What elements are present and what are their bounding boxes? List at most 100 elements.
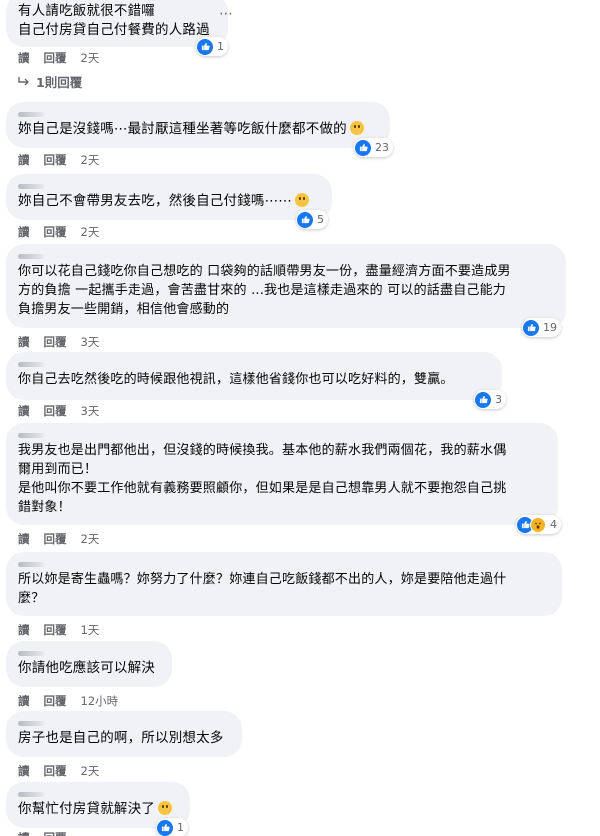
reaction-count: 5	[317, 213, 324, 226]
comment-actions: 讀 回覆 2天	[18, 531, 99, 547]
comment: 有人請吃飯就很不錯囉 自己付房貸自己付餐費的人路過 1	[6, 0, 228, 56]
timestamp[interactable]: 2天	[81, 50, 100, 66]
comment-bubble: 你請他吃應該可以解決	[6, 641, 172, 687]
comment-bubble: 所以妳是寄生蟲嗎？妳努力了什麼？妳連自己吃飯錢都不出的人，妳是要陪他走過什 麼？	[6, 552, 562, 616]
read-button[interactable]: 讀	[18, 622, 30, 638]
reaction-summary[interactable]: 1	[156, 818, 188, 836]
reply-arrow-icon	[18, 76, 29, 85]
timestamp[interactable]: 2天	[81, 224, 100, 240]
reply-button[interactable]: 回覆	[44, 50, 67, 66]
comment-text: 有人請吃飯就很不錯囉 自己付房貸自己付餐費的人路過	[18, 3, 210, 38]
reaction-count: 1	[177, 821, 184, 834]
reaction-summary[interactable]: 4	[516, 515, 561, 534]
reaction-summary[interactable]: 1	[196, 37, 228, 56]
read-button[interactable]: 讀	[18, 763, 30, 779]
reaction-count: 23	[375, 141, 389, 154]
comment: 你可以花自己錢吃你自己想吃的 口袋夠的話順帶男友一份，盡量經濟方面不要造成男 方…	[6, 244, 566, 337]
reply-button[interactable]: 回覆	[44, 403, 67, 419]
comment-bubble: 房子也是自己的啊，所以別想太多	[6, 711, 242, 757]
comment: 妳自己不會帶男友去吃，然後自己付錢嗎⋯⋯ 5	[6, 174, 332, 229]
read-button[interactable]: 讀	[18, 693, 30, 709]
timestamp[interactable]: 3天	[81, 334, 100, 350]
author-name[interactable]	[18, 108, 378, 120]
comment: 所以妳是寄生蟲嗎？妳努力了什麼？妳連自己吃飯錢都不出的人，妳是要陪他走過什 麼？	[6, 552, 562, 616]
comment-text: 你請他吃應該可以解決	[18, 660, 155, 676]
wow-icon	[530, 516, 546, 533]
comment: 房子也是自己的啊，所以別想太多	[6, 711, 242, 757]
comment-actions: 讀 回覆 3天	[18, 334, 99, 350]
read-button[interactable]: 讀	[18, 531, 30, 547]
like-icon	[157, 819, 173, 836]
like-icon	[355, 139, 371, 156]
comment-actions: 讀 回覆	[18, 830, 67, 836]
reaction-count: 3	[495, 393, 502, 406]
author-name[interactable]	[18, 558, 550, 570]
reply-button[interactable]: 回覆	[44, 830, 67, 836]
like-icon	[523, 319, 539, 336]
timestamp[interactable]: 2天	[81, 531, 100, 547]
comment-bubble: 妳自己是沒錢嗎⋯最討厭這種坐著等吃飯什麼都不做的 23	[6, 102, 393, 157]
reply-button[interactable]: 回覆	[44, 693, 67, 709]
author-name[interactable]	[18, 788, 178, 800]
comment-bubble: 妳自己不會帶男友去吃，然後自己付錢嗎⋯⋯ 5	[6, 174, 332, 229]
comment-actions: 讀 回覆 2天	[18, 224, 99, 240]
author-name[interactable]	[18, 358, 490, 370]
comment-actions: 讀 回覆 2天	[18, 763, 99, 779]
comment-bubble: 你自己去吃然後吃的時候跟他視訊，這樣他省錢你也可以吃好料的，雙贏。 3	[6, 352, 506, 409]
comment-actions: 讀 回覆 12小時	[18, 693, 118, 709]
reply-button[interactable]: 回覆	[44, 152, 67, 168]
read-button[interactable]: 讀	[18, 334, 30, 350]
comment-text: 你自己去吃然後吃的時候跟他視訊，這樣他省錢你也可以吃好料的，雙贏。	[18, 372, 454, 387]
read-button[interactable]: 讀	[18, 403, 30, 419]
like-icon	[475, 391, 491, 408]
comment-text: 你可以花自己錢吃你自己想吃的 口袋夠的話順帶男友一份，盡量經濟方面不要造成男 方…	[18, 264, 511, 317]
more-options-icon[interactable]: ⋯	[219, 6, 234, 22]
like-icon	[197, 38, 213, 55]
reply-button[interactable]: 回覆	[44, 763, 67, 779]
sad-emoji-icon	[295, 193, 309, 207]
author-name[interactable]	[18, 180, 320, 192]
comment-text: 我男友也是出門都他出，但沒錢的時候換我。基本他的薪水我們兩個花，我的薪水偶 爾用…	[18, 443, 507, 515]
timestamp[interactable]: 2天	[81, 763, 100, 779]
comment: 我男友也是出門都他出，但沒錢的時候換我。基本他的薪水我們兩個花，我的薪水偶 爾用…	[6, 423, 561, 534]
author-name[interactable]	[18, 429, 546, 441]
comment-text: 所以妳是寄生蟲嗎？妳努力了什麼？妳連自己吃飯錢都不出的人，妳是要陪他走過什 麼？	[18, 572, 507, 606]
comment-actions: 讀 回覆 2天	[18, 152, 99, 168]
comment: 妳自己是沒錢嗎⋯最討厭這種坐著等吃飯什麼都不做的 23	[6, 102, 393, 157]
read-button[interactable]: 讀	[18, 152, 30, 168]
read-button[interactable]: 讀	[18, 50, 30, 66]
timestamp[interactable]: 1天	[81, 622, 100, 638]
timestamp[interactable]: 12小時	[81, 693, 119, 709]
author-name[interactable]	[18, 250, 554, 262]
comment-text: 房子也是自己的啊，所以別想太多	[18, 730, 224, 746]
reaction-summary[interactable]: 5	[296, 210, 328, 229]
replies-count-label: 1則回覆	[36, 75, 83, 90]
comment-actions: 讀 回覆 2天	[18, 50, 99, 66]
reply-button[interactable]: 回覆	[44, 224, 67, 240]
author-name[interactable]	[18, 647, 160, 659]
comment-bubble: 我男友也是出門都他出，但沒錢的時候換我。基本他的薪水我們兩個花，我的薪水偶 爾用…	[6, 423, 561, 534]
comment: 你幫忙付房貸就解決了 1	[6, 782, 190, 836]
reaction-summary[interactable]: 23	[354, 138, 393, 157]
author-name[interactable]	[18, 717, 230, 729]
comment-bubble: 有人請吃飯就很不錯囉 自己付房貸自己付餐費的人路過 1	[6, 0, 228, 56]
read-button[interactable]: 讀	[18, 830, 30, 836]
comment-bubble: 你幫忙付房貸就解決了 1	[6, 782, 190, 836]
comment-bubble: 你可以花自己錢吃你自己想吃的 口袋夠的話順帶男友一份，盡量經濟方面不要造成男 方…	[6, 244, 566, 337]
read-button[interactable]: 讀	[18, 224, 30, 240]
reaction-summary[interactable]: 19	[522, 318, 561, 337]
reply-button[interactable]: 回覆	[44, 334, 67, 350]
view-replies-link[interactable]: 1則回覆	[18, 72, 82, 91]
timestamp[interactable]: 3天	[81, 403, 100, 419]
reply-button[interactable]: 回覆	[44, 622, 67, 638]
timestamp[interactable]: 2天	[81, 152, 100, 168]
comment: 你請他吃應該可以解決	[6, 641, 172, 687]
comment-text: 妳自己不會帶男友去吃，然後自己付錢嗎⋯⋯	[18, 192, 320, 211]
comment-actions: 讀 回覆 3天	[18, 403, 99, 419]
reaction-summary[interactable]: 3	[474, 390, 506, 409]
comment-text: 你幫忙付房貸就解決了	[18, 800, 178, 819]
reaction-count: 1	[217, 40, 224, 53]
comment-actions: 讀 回覆 1天	[18, 622, 99, 638]
reply-button[interactable]: 回覆	[44, 531, 67, 547]
like-icon	[297, 211, 313, 228]
